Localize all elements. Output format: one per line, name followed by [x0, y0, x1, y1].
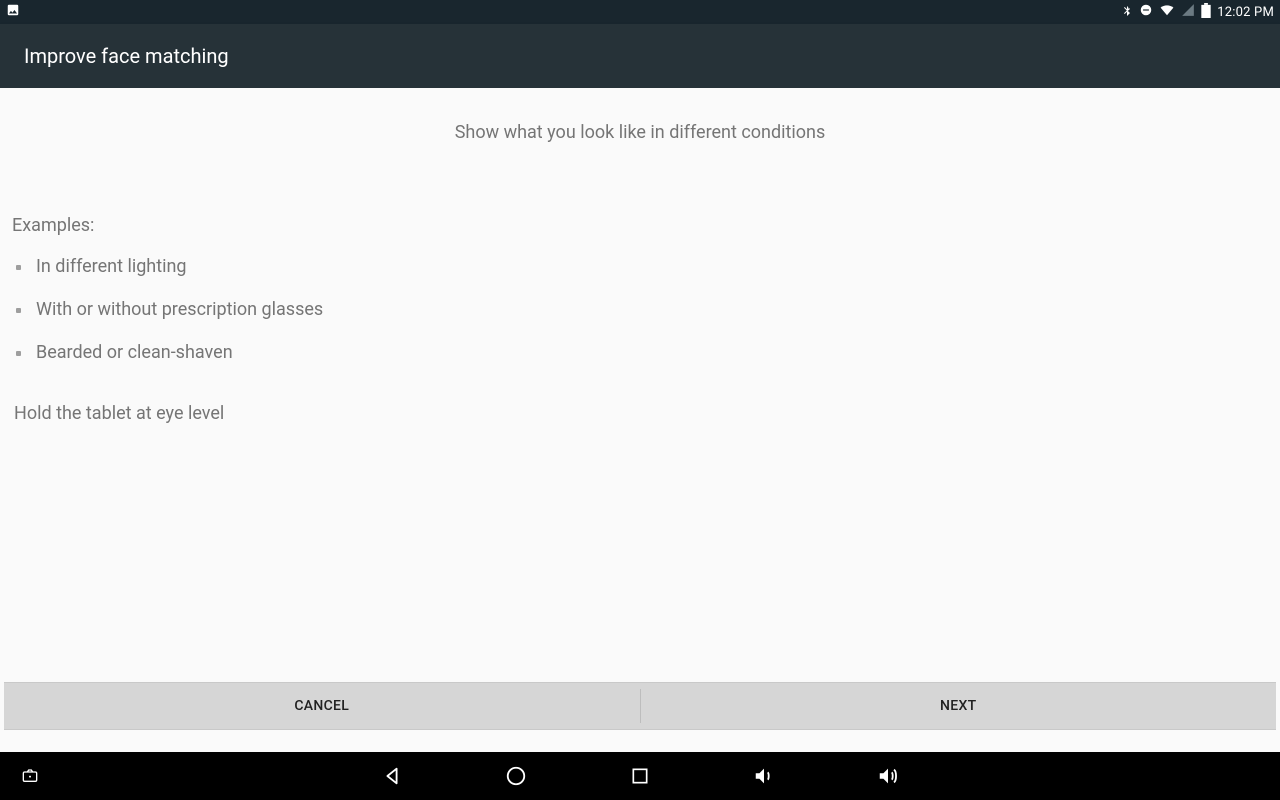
- volume-down-button[interactable]: [744, 756, 784, 796]
- status-bar: 12:02 PM: [0, 0, 1280, 24]
- subtitle: Show what you look like in different con…: [4, 122, 1276, 143]
- examples-list: In different lighting With or without pr…: [14, 256, 1276, 363]
- button-bar: Cancel Next: [4, 682, 1276, 730]
- picture-icon: [6, 3, 20, 21]
- app-bar: Improve face matching: [0, 24, 1280, 88]
- list-item: In different lighting: [14, 256, 1276, 277]
- recent-apps-button[interactable]: [620, 756, 660, 796]
- do-not-disturb-icon: [1139, 3, 1153, 21]
- screenshot-icon[interactable]: [10, 756, 50, 796]
- page-title: Improve face matching: [24, 44, 229, 68]
- list-item: Bearded or clean-shaven: [14, 342, 1276, 363]
- wifi-icon: [1159, 3, 1175, 21]
- back-button[interactable]: [372, 756, 412, 796]
- navigation-bar: [0, 752, 1280, 800]
- cancel-button[interactable]: Cancel: [4, 683, 640, 729]
- examples-heading: Examples:: [12, 215, 1276, 236]
- next-button[interactable]: Next: [641, 683, 1277, 729]
- volume-up-button[interactable]: [868, 756, 908, 796]
- home-button[interactable]: [496, 756, 536, 796]
- battery-icon: [1201, 3, 1211, 22]
- list-item: With or without prescription glasses: [14, 299, 1276, 320]
- instruction-text: Hold the tablet at eye level: [14, 403, 1276, 424]
- content-area: Show what you look like in different con…: [0, 88, 1280, 752]
- bluetooth-icon: [1121, 3, 1133, 21]
- clock-text: 12:02 PM: [1217, 5, 1274, 20]
- cellular-icon: [1181, 3, 1195, 21]
